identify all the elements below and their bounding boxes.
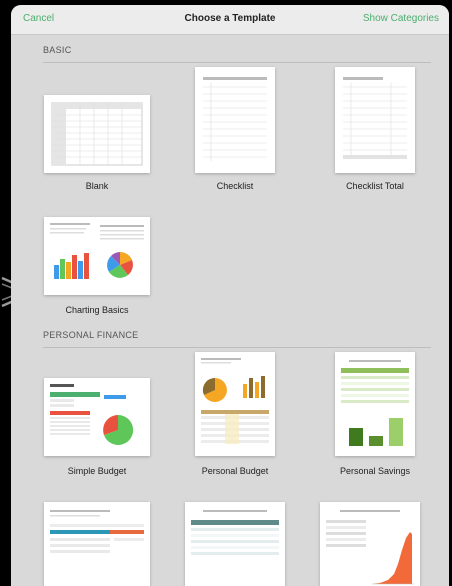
template-thumbnail (44, 378, 150, 456)
template-thumbnail (195, 67, 275, 173)
template-label: Checklist (216, 181, 254, 191)
template-thumbnail (44, 95, 150, 173)
section-header-basic: BASIC (43, 45, 72, 55)
charting-basics-preview (50, 223, 144, 279)
template-label: Checklist Total (346, 181, 404, 191)
nav-bar: Cancel Choose a Template Show Categories (11, 5, 449, 35)
template-thumbnail (320, 502, 420, 586)
template-partial-3[interactable] (320, 502, 420, 586)
template-label: Blank (85, 181, 109, 191)
template-label: Personal Budget (201, 466, 269, 476)
template-chooser-sheet: Cancel Choose a Template Show Categories… (11, 5, 449, 586)
template-thumbnail (195, 352, 275, 456)
template-partial-2[interactable] (185, 502, 285, 586)
template-preview (191, 510, 279, 555)
template-checklist-total[interactable]: Checklist Total (335, 67, 415, 195)
template-thumbnail (44, 217, 150, 295)
personal-budget-preview (201, 358, 269, 444)
template-partial-1[interactable] (44, 502, 150, 586)
template-label: Simple Budget (67, 466, 127, 476)
template-thumbnail (44, 502, 150, 586)
checklist-total-preview (343, 77, 407, 159)
template-checklist[interactable]: Checklist (195, 67, 275, 195)
blank-table-preview (51, 102, 143, 166)
template-personal-budget[interactable]: Personal Budget (195, 352, 275, 478)
show-categories-button[interactable]: Show Categories (363, 13, 439, 24)
template-label: Charting Basics (65, 305, 129, 315)
template-simple-budget[interactable]: Simple Budget (44, 378, 150, 478)
section-divider (43, 347, 431, 348)
template-thumbnail (185, 502, 285, 586)
template-blank[interactable]: Blank (44, 95, 150, 195)
template-preview (50, 510, 144, 553)
simple-budget-preview (50, 384, 134, 445)
section-header-personal-finance: PERSONAL FINANCE (43, 330, 139, 340)
template-label: Personal Savings (339, 466, 411, 476)
template-thumbnail (335, 67, 415, 173)
template-personal-savings[interactable]: Personal Savings (335, 352, 415, 478)
personal-savings-preview (341, 360, 409, 446)
section-divider (43, 62, 431, 63)
template-preview (326, 510, 414, 585)
template-charting-basics[interactable]: Charting Basics (44, 217, 150, 317)
template-thumbnail (335, 352, 415, 456)
checklist-preview (203, 77, 267, 161)
